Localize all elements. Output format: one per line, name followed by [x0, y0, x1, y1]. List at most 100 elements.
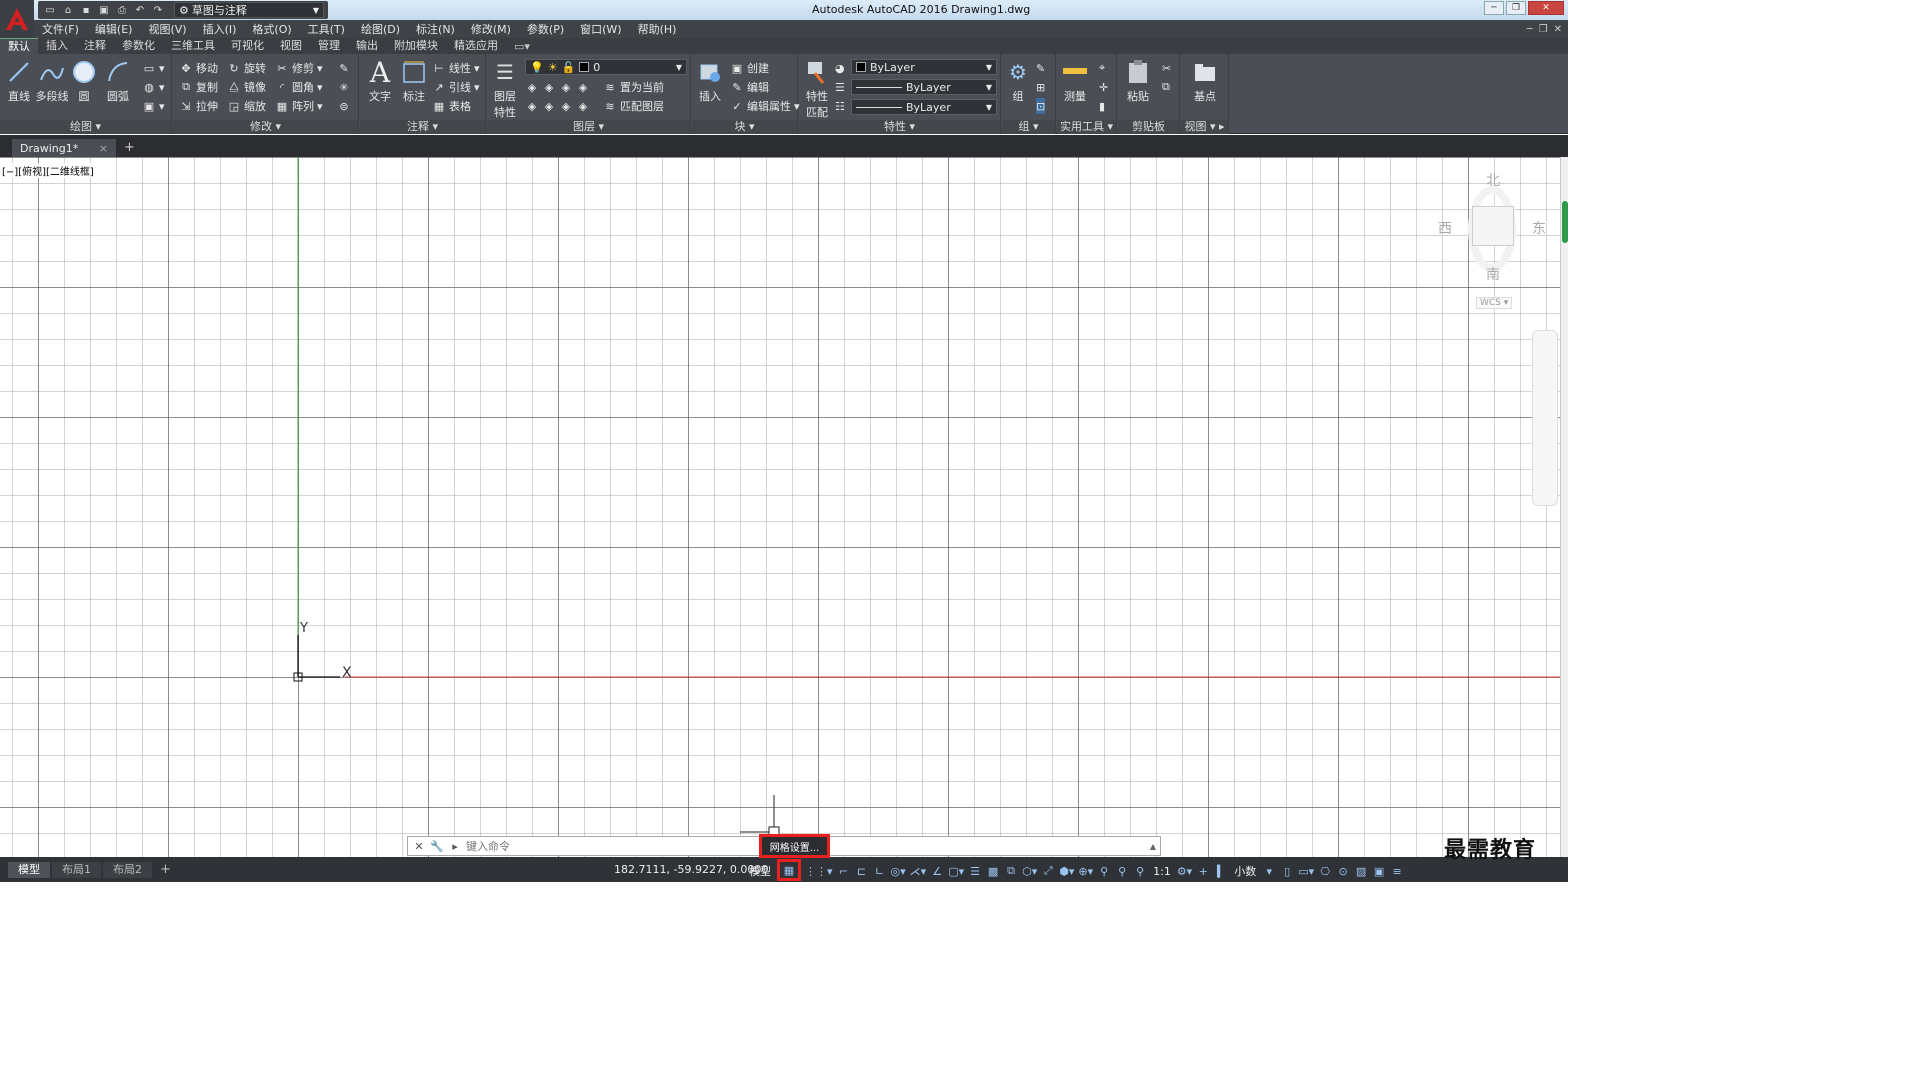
close-icon[interactable]: ×: [99, 142, 108, 155]
trim-button[interactable]: ✂ 修剪 ▾: [275, 60, 322, 76]
layer-thaw-icon[interactable]: ◈: [559, 99, 573, 113]
3d-osnap-icon[interactable]: ⬡▾: [1022, 863, 1037, 879]
lineweight-dropdown[interactable]: ByLayer ▼: [851, 99, 997, 115]
hardware-acceleration-icon[interactable]: ▭▾: [1298, 863, 1314, 879]
grid-display-icon[interactable]: ▦: [777, 859, 801, 881]
fillet-button[interactable]: ◜ 圆角 ▾: [275, 79, 323, 95]
group-edit-icon[interactable]: ⊞: [1036, 79, 1045, 95]
gizmo-icon[interactable]: ⊕▾: [1078, 863, 1093, 879]
ortho-mode-icon[interactable]: ∟: [873, 863, 887, 879]
workspace-dropdown[interactable]: ⚙ 草图与注释 ▼: [174, 2, 324, 18]
annotation-monitor-icon[interactable]: +: [1196, 863, 1210, 879]
leader-button[interactable]: ↗ 引线 ▾: [432, 79, 479, 95]
layer-dropdown[interactable]: 💡 ☀ 🔓 0 ▼: [525, 59, 687, 75]
tab-parametric[interactable]: 参数化: [114, 38, 163, 54]
tab-model[interactable]: 模型: [8, 861, 50, 878]
model-space-button[interactable]: 模型: [747, 863, 773, 879]
object-snap-tracking-icon[interactable]: ∠: [930, 863, 944, 879]
menu-help[interactable]: 帮助(H): [630, 21, 685, 37]
compass-east[interactable]: 东: [1532, 218, 1546, 238]
edit-attribute-button[interactable]: ✓ 编辑属性 ▾: [730, 98, 799, 114]
layer-on-icon[interactable]: ◈: [525, 99, 539, 113]
edit-block-button[interactable]: ✎ 编辑: [730, 79, 769, 95]
snap-mode-icon[interactable]: ⋮⋮▾: [805, 863, 833, 879]
id-point-icon[interactable]: ✛: [1099, 79, 1108, 95]
calculator-icon[interactable]: ▮: [1099, 98, 1105, 114]
erase-button[interactable]: ✎: [337, 60, 351, 76]
array-button[interactable]: ▦ 阵列 ▾: [275, 98, 323, 114]
tab-annotate[interactable]: 注释: [76, 38, 114, 54]
annotation-scale-value[interactable]: 1:1: [1151, 863, 1173, 879]
menu-window[interactable]: 窗口(W): [572, 21, 629, 37]
command-history-caret-icon[interactable]: ▲: [1150, 842, 1156, 851]
menu-parametric[interactable]: 参数(P): [519, 21, 572, 37]
menu-insert[interactable]: 插入(I): [195, 21, 245, 37]
tab-view[interactable]: 视图: [272, 38, 310, 54]
stretch-button[interactable]: ⇲ 拉伸: [179, 98, 218, 114]
dynamic-ucs-icon[interactable]: ⤢: [1041, 863, 1055, 879]
workspace-switch-icon[interactable]: ⚙▾: [1177, 863, 1192, 879]
customization-icon[interactable]: ▨: [1354, 863, 1368, 879]
panel-properties-title[interactable]: 特性 ▾: [799, 120, 1000, 134]
cut-icon[interactable]: ✂: [1162, 60, 1171, 76]
selection-cycling-icon[interactable]: ⧉: [1004, 863, 1018, 879]
compass-west[interactable]: 西: [1438, 218, 1452, 238]
group-button[interactable]: ⚙ 组: [1002, 58, 1034, 104]
compass-south[interactable]: 南: [1486, 264, 1500, 284]
add-layout-button[interactable]: +: [154, 862, 177, 877]
match-layer-button[interactable]: ≋ 匹配图层: [603, 98, 664, 114]
copy-button[interactable]: ⧉ 复制: [179, 79, 218, 95]
arc-button[interactable]: 圆弧: [102, 58, 134, 104]
autocad-logo-button[interactable]: [0, 0, 34, 38]
polyline-button[interactable]: 多段线: [36, 58, 69, 104]
doc-close-button[interactable]: ✕: [1554, 24, 1562, 35]
tab-3d-tools[interactable]: 三维工具: [163, 38, 223, 54]
panel-block-title[interactable]: 块 ▾: [692, 120, 797, 134]
scrollbar-thumb[interactable]: [1562, 201, 1568, 243]
minimize-button[interactable]: ─: [1484, 1, 1504, 15]
units-dropdown[interactable]: 小数: [1232, 863, 1258, 879]
panel-view-title[interactable]: 视图 ▾ ▸: [1181, 120, 1228, 134]
create-block-button[interactable]: ▣ 创建: [730, 60, 769, 76]
layer-isolate-icon[interactable]: ◈: [542, 80, 556, 94]
panel-draw-title[interactable]: 绘图 ▾: [0, 120, 171, 134]
line-button[interactable]: 直线: [3, 58, 35, 104]
dynamic-input-icon[interactable]: ⊏: [855, 863, 869, 879]
menu-format[interactable]: 格式(O): [244, 21, 299, 37]
match-properties-button[interactable]: 特性 匹配: [801, 58, 833, 120]
tab-addins[interactable]: 附加模块: [386, 38, 446, 54]
dimension-button[interactable]: 标注: [398, 58, 430, 104]
panel-modify-title[interactable]: 修改 ▾: [173, 120, 358, 134]
hatch-button[interactable]: ◍ ▾: [142, 79, 164, 95]
quick-properties-icon[interactable]: ▾: [1262, 863, 1276, 879]
quick-select-icon[interactable]: ⌖: [1099, 60, 1105, 76]
tab-layout2[interactable]: 布局2: [103, 861, 152, 878]
drawing-canvas[interactable]: [−][俯视][二维线框] Y X: [0, 157, 1560, 857]
layer-freeze-icon[interactable]: ◈: [559, 80, 573, 94]
panel-layers-title[interactable]: 图层 ▾: [487, 120, 690, 134]
menu-draw[interactable]: 绘图(D): [353, 21, 408, 37]
ribbon-options-icon[interactable]: ▭▾: [506, 40, 538, 53]
linear-dim-button[interactable]: ⊢ 线性 ▾: [432, 60, 479, 76]
layer-unisolate-icon[interactable]: ◈: [542, 99, 556, 113]
rotate-button[interactable]: ↻ 旋转: [227, 60, 266, 76]
measure-button[interactable]: 测量: [1059, 58, 1091, 104]
rectangle-button[interactable]: ▭ ▾: [142, 60, 165, 76]
doc-restore-button[interactable]: ❐: [1539, 24, 1548, 35]
layer-off-icon[interactable]: ◈: [525, 80, 539, 94]
annotation-visibility-icon[interactable]: ⚲: [1097, 863, 1111, 879]
viewcube-top-face[interactable]: [1472, 206, 1514, 246]
navigation-bar[interactable]: [1532, 330, 1558, 506]
panel-utilities-title[interactable]: 实用工具 ▾: [1057, 120, 1116, 134]
menu-dimension[interactable]: 标注(N): [408, 21, 463, 37]
annotation-scale-icon[interactable]: ⚲: [1133, 863, 1147, 879]
tab-default[interactable]: 默认: [0, 38, 38, 54]
new-file-icon[interactable]: ▭: [42, 3, 58, 17]
layer-unlock-icon[interactable]: ◈: [576, 99, 590, 113]
circle-button[interactable]: 圆: [68, 58, 100, 104]
doc-minimize-button[interactable]: ─: [1527, 24, 1533, 35]
units-icon[interactable]: ▍: [1214, 863, 1228, 879]
tab-insert[interactable]: 插入: [38, 38, 76, 54]
color-dropdown[interactable]: ByLayer ▼: [851, 59, 997, 75]
tab-featured-apps[interactable]: 精选应用: [446, 38, 506, 54]
